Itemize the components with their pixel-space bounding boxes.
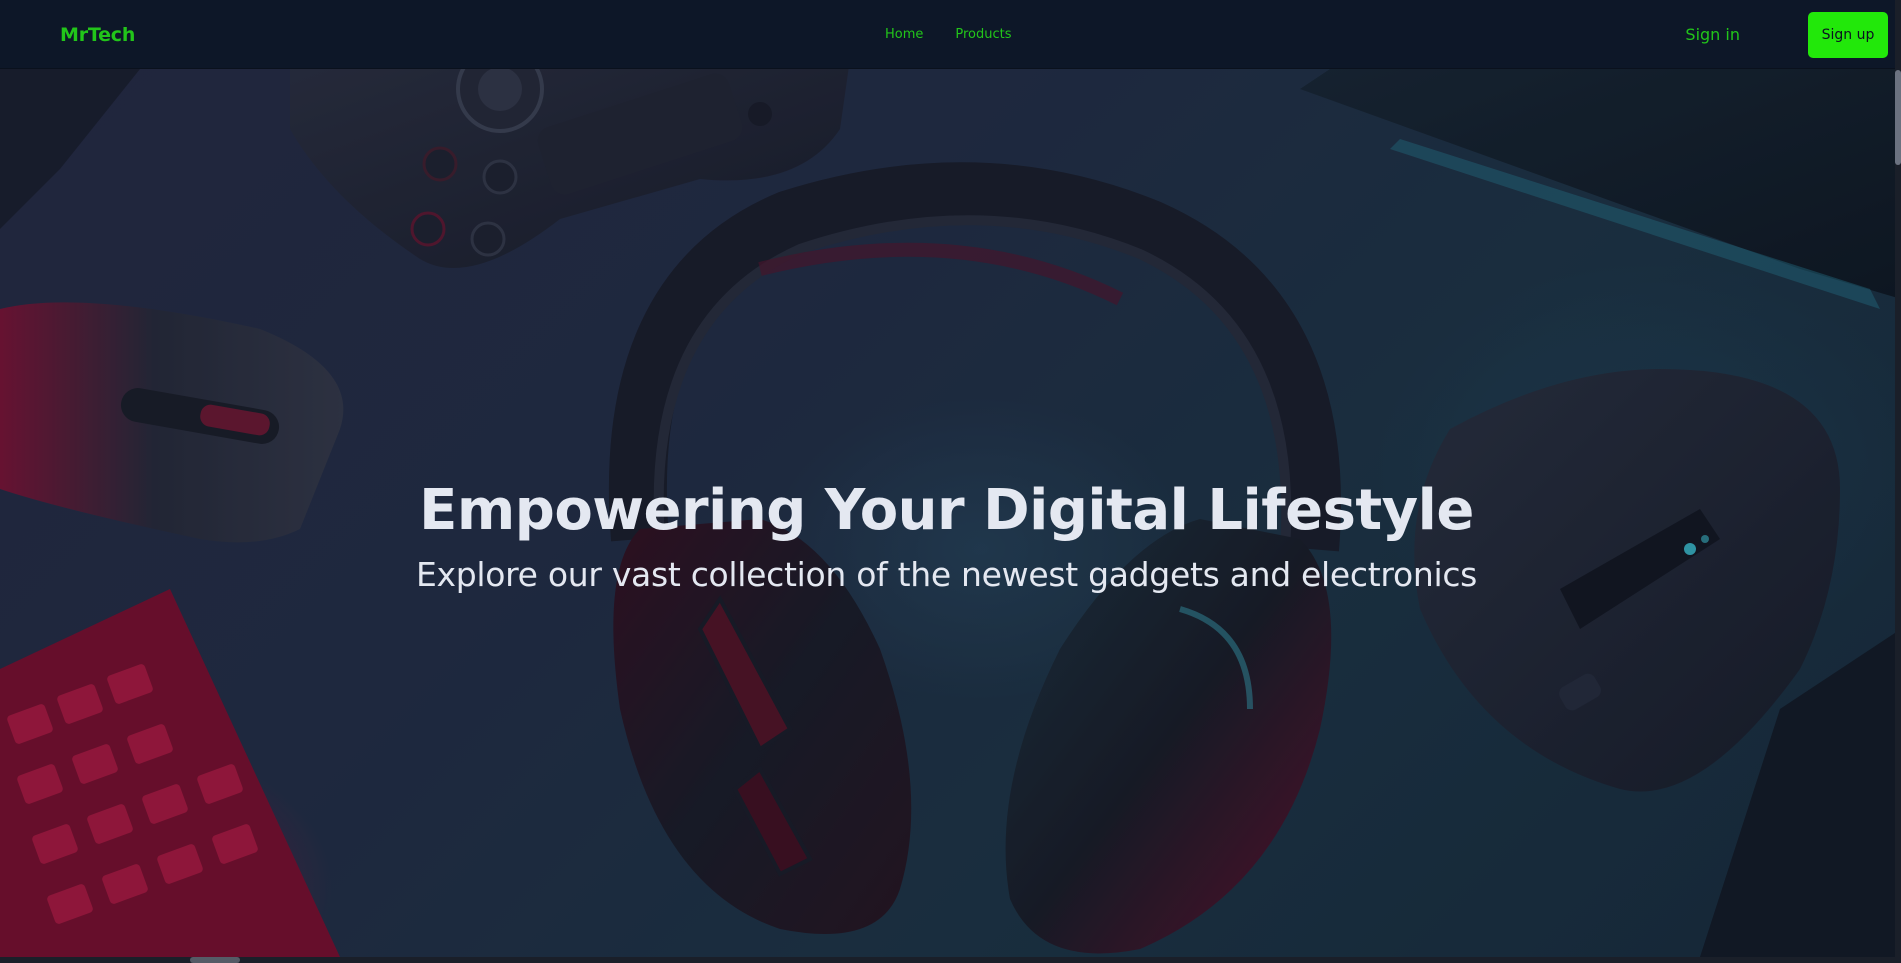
nav-link-products[interactable]: Products bbox=[955, 27, 1011, 42]
brand-logo[interactable]: MrTech bbox=[60, 24, 135, 46]
vertical-scrollbar-thumb[interactable] bbox=[1895, 70, 1901, 165]
hero-title: Empowering Your Digital Lifestyle bbox=[419, 478, 1474, 543]
navbar: MrTech Home Products Sign in Sign up bbox=[0, 0, 1901, 69]
page: MrTech Home Products Sign in Sign up Emp… bbox=[0, 0, 1901, 963]
horizontal-scrollbar-thumb[interactable] bbox=[190, 957, 240, 963]
horizontal-scrollbar[interactable] bbox=[0, 957, 1901, 963]
nav-link-home[interactable]: Home bbox=[885, 27, 923, 42]
hero-section: Empowering Your Digital Lifestyle Explor… bbox=[0, 69, 1901, 957]
vertical-scrollbar[interactable] bbox=[1895, 0, 1901, 963]
hero-subtitle: Explore our vast collection of the newes… bbox=[415, 555, 1478, 594]
sign-up-button[interactable]: Sign up bbox=[1808, 12, 1888, 58]
nav-links: Home Products bbox=[885, 27, 1012, 42]
sign-in-link[interactable]: Sign in bbox=[1685, 25, 1740, 44]
